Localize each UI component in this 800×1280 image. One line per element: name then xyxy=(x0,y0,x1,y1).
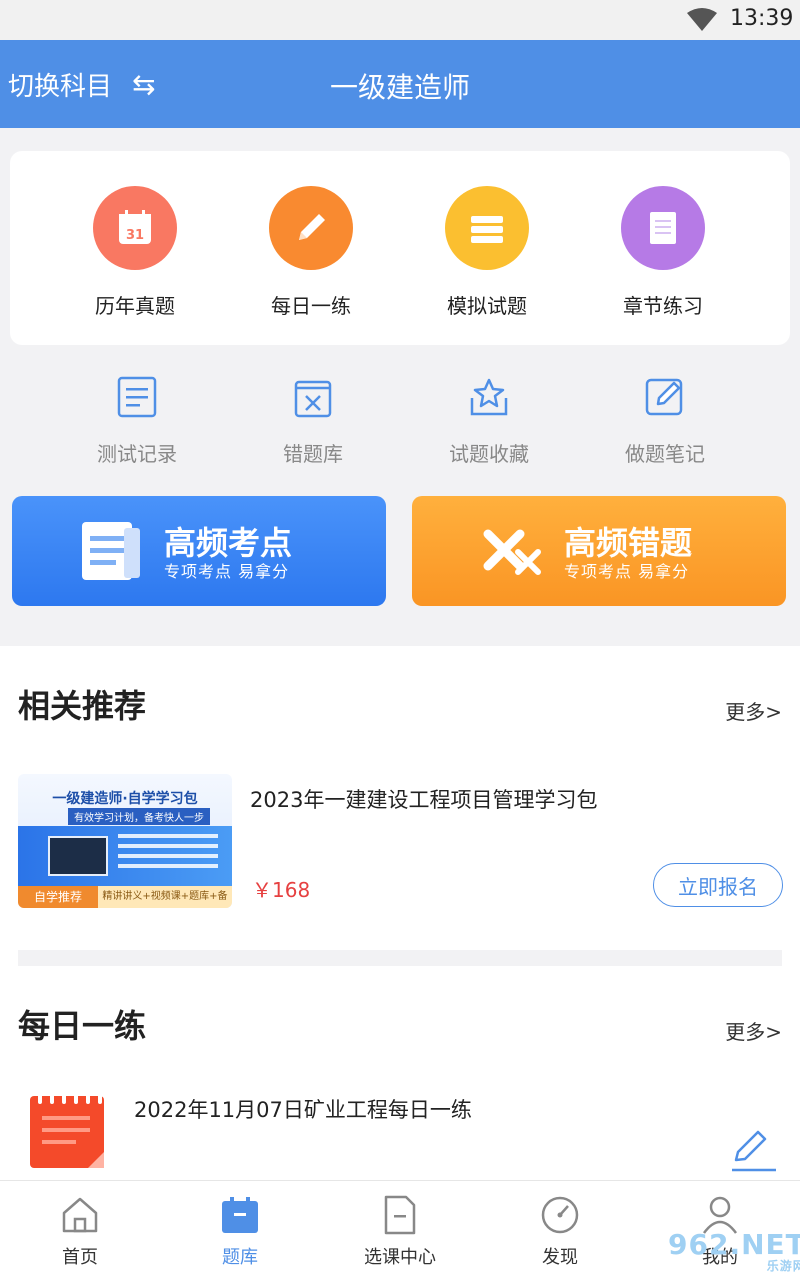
notepad-icon xyxy=(30,1090,104,1168)
product-title[interactable]: 2023年一建建设工程项目管理学习包 xyxy=(250,784,597,814)
grid-item-label: 模拟试题 xyxy=(447,294,527,318)
recommend-more-link[interactable]: 更多> xyxy=(725,696,782,725)
product-thumbnail[interactable]: 一级建造师·自学学习包 有效学习计划，备考快人一步 自学推荐 精讲讲义+视频课+… xyxy=(18,774,232,908)
screen-illustration xyxy=(48,836,108,876)
main-function-grid: 31 历年真题 每日一练 模拟试题 章节练习 xyxy=(0,186,800,319)
high-frequency-points-banner[interactable]: 高频考点 专项考点 易拿分 xyxy=(12,496,386,606)
page-title: 一级建造师 xyxy=(329,71,470,104)
grid-item-label: 做题笔记 xyxy=(625,442,705,466)
scroll-icon xyxy=(621,186,705,270)
grid-item-mock-exam[interactable]: 模拟试题 xyxy=(399,186,575,319)
question-bank-icon xyxy=(222,1197,258,1233)
banner-subtitle: 专项考点 易拿分 xyxy=(164,562,290,581)
grid-item-favorites[interactable]: 试题收藏 xyxy=(401,372,577,467)
star-tray-icon xyxy=(470,378,508,416)
tab-discover[interactable]: 发现 xyxy=(480,1181,640,1280)
enroll-button[interactable]: 立即报名 xyxy=(653,863,783,907)
daily-more-link[interactable]: 更多> xyxy=(725,1016,782,1045)
calendar-date: 31 xyxy=(126,228,144,243)
grid-item-wrong-questions[interactable]: 错题库 xyxy=(225,372,401,467)
section-divider xyxy=(18,950,782,966)
daily-item-title[interactable]: 2022年11月07日矿业工程每日一练 xyxy=(134,1094,472,1124)
thumb-subtitle: 有效学习计划，备考快人一步 xyxy=(68,808,210,825)
compass-icon xyxy=(541,1196,579,1234)
edit-note-icon xyxy=(645,378,683,416)
thumb-tag-right: 精讲讲义+视频课+题库+备考资料 xyxy=(98,886,232,908)
section-title-recommend: 相关推荐 xyxy=(18,687,147,725)
edit-icon[interactable] xyxy=(728,1126,778,1174)
status-bar: 13:39 xyxy=(0,0,800,40)
watermark-logo: 962.NET 乐游网 xyxy=(668,1228,800,1273)
grid-item-past-papers[interactable]: 31 历年真题 xyxy=(47,186,223,319)
pencil-icon xyxy=(269,186,353,270)
product-price: ￥168 xyxy=(252,878,311,902)
wrong-box-icon xyxy=(294,380,332,418)
grid-item-label: 试题收藏 xyxy=(449,442,529,466)
app-bar: 切换科目 ⇆ 一级建造师 xyxy=(0,40,800,128)
calendar-icon: 31 xyxy=(93,186,177,270)
high-frequency-mistakes-banner[interactable]: 高频错题 专项考点 易拿分 xyxy=(412,496,786,606)
thumb-tag: 自学推荐 xyxy=(18,886,98,908)
grid-item-label: 历年真题 xyxy=(95,294,175,318)
section-title-daily: 每日一练 xyxy=(18,1007,147,1045)
grid-item-label: 错题库 xyxy=(283,442,343,466)
tab-home[interactable]: 首页 xyxy=(0,1181,160,1280)
grid-item-test-records[interactable]: 测试记录 xyxy=(49,372,225,467)
home-icon xyxy=(62,1197,98,1233)
course-doc-icon xyxy=(384,1195,416,1235)
thumb-title: 一级建造师·自学学习包 xyxy=(52,791,198,807)
grid-item-daily-practice[interactable]: 每日一练 xyxy=(223,186,399,319)
double-x-icon xyxy=(483,529,541,575)
grid-item-notes[interactable]: 做题笔记 xyxy=(577,372,753,467)
tab-course-center[interactable]: 选课中心 xyxy=(320,1181,480,1280)
wifi-icon xyxy=(687,8,717,31)
grid-item-label: 测试记录 xyxy=(97,442,177,466)
document-icon xyxy=(82,522,140,580)
banner-subtitle: 专项考点 易拿分 xyxy=(564,562,690,581)
tab-label: 选课中心 xyxy=(364,1247,436,1268)
grid-item-chapter-practice[interactable]: 章节练习 xyxy=(575,186,751,319)
tab-label: 发现 xyxy=(542,1247,578,1268)
tab-label: 题库 xyxy=(222,1247,258,1268)
grid-item-label: 每日一练 xyxy=(271,294,351,318)
list-doc-icon xyxy=(117,376,157,418)
tab-label: 首页 xyxy=(62,1247,98,1268)
grid-item-label: 章节练习 xyxy=(623,294,703,318)
tab-question-bank[interactable]: 题库 xyxy=(160,1181,320,1280)
stack-icon xyxy=(445,186,529,270)
secondary-function-grid: 测试记录 错题库 试题收藏 做题笔记 xyxy=(0,372,800,467)
status-time: 13:39 xyxy=(730,6,794,31)
